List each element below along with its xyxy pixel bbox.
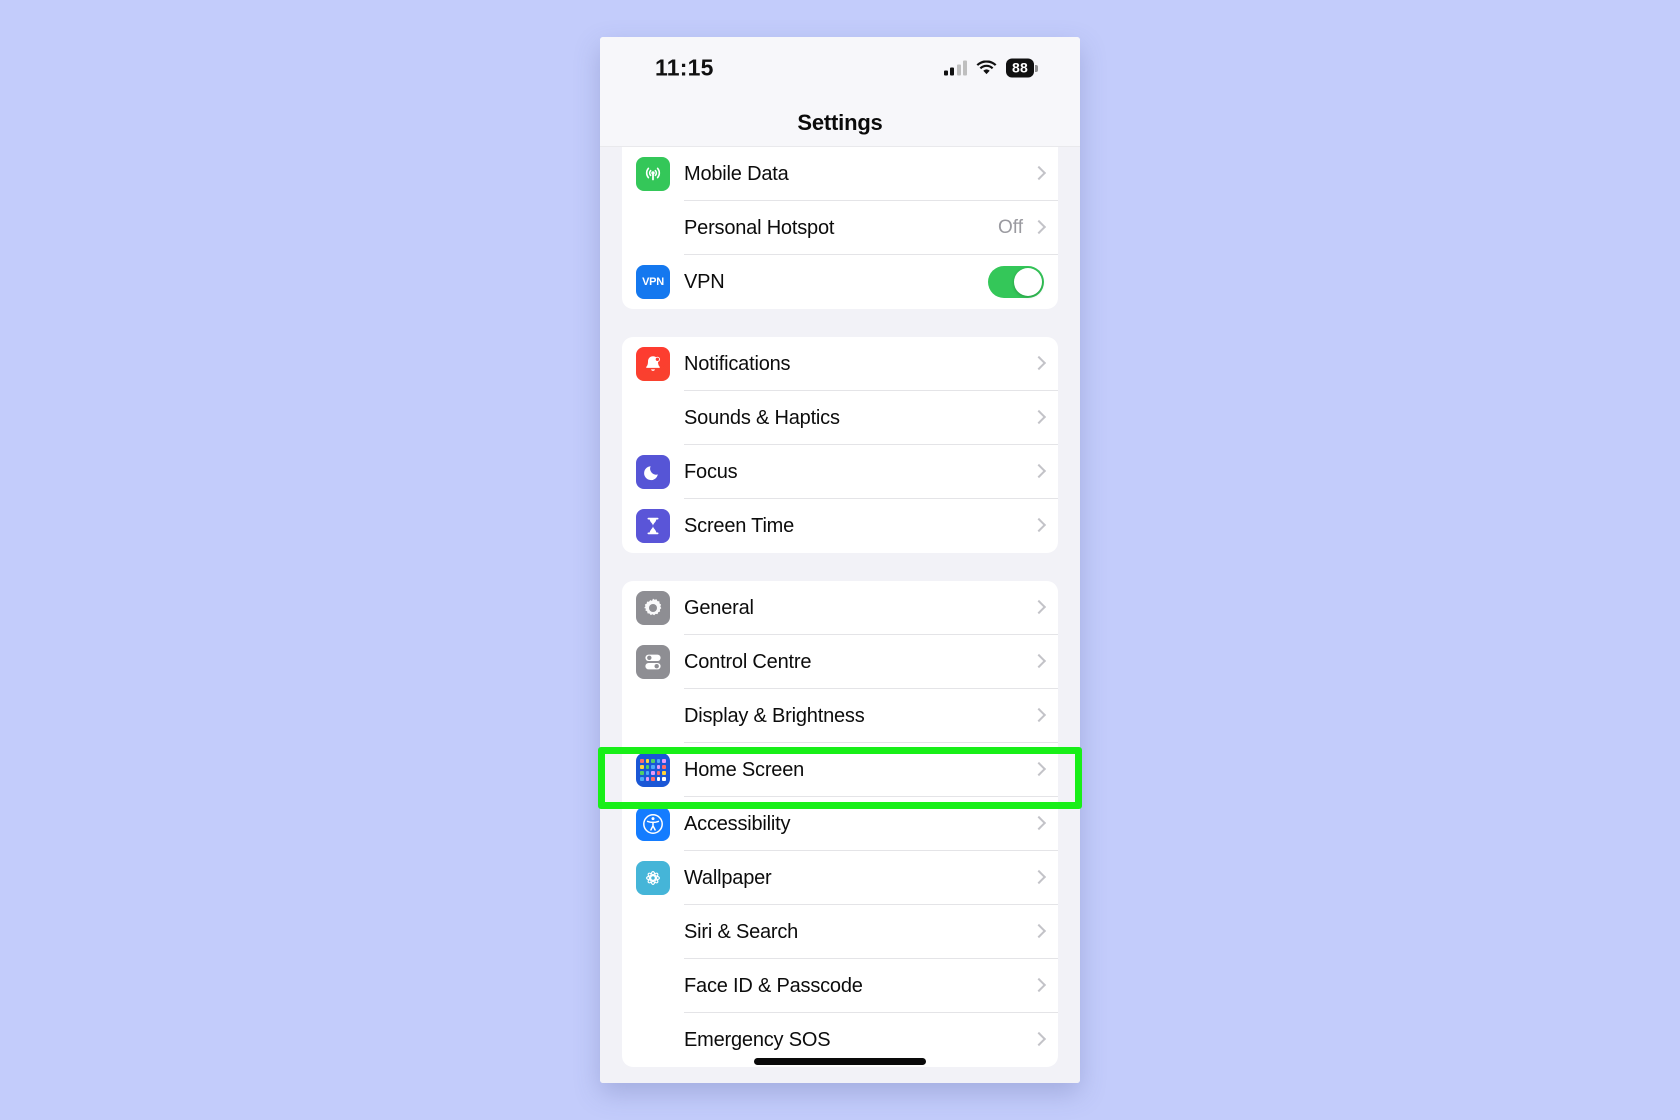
settings-row-label: General (684, 596, 754, 619)
status-bar-clock: 11:15 (655, 54, 714, 81)
chevron-right-icon (1033, 1031, 1044, 1049)
home-screen-icon (636, 753, 670, 787)
settings-row-label: Notifications (684, 352, 791, 375)
settings-row-label: Focus (684, 460, 738, 483)
personal-hotspot-icon (636, 211, 670, 245)
settings-row-vpn[interactable]: VPN VPN (622, 255, 1058, 309)
phone-screen: 11:15 88 Settings Mobile Data Personal Ho… (600, 37, 1080, 1083)
settings-row-label: VPN (684, 270, 725, 293)
display-brightness-icon: AA (642, 707, 664, 725)
settings-row-sounds-haptics[interactable]: Sounds & Haptics (622, 391, 1058, 445)
settings-row-label: Mobile Data (684, 162, 789, 185)
home-indicator (754, 1058, 926, 1065)
chevron-right-icon (1033, 409, 1044, 427)
wallpaper-icon (636, 861, 670, 895)
status-bar: 11:15 88 (600, 37, 1080, 99)
settings-row-personal-hotspot[interactable]: Personal Hotspot Off (622, 201, 1058, 255)
general-icon (636, 591, 670, 625)
chevron-right-icon (1033, 517, 1044, 535)
emergency-sos-icon: SOS (641, 1034, 665, 1046)
settings-row-label: Wallpaper (684, 866, 772, 889)
control-centre-icon (636, 645, 670, 679)
settings-row-wallpaper[interactable]: Wallpaper (622, 851, 1058, 905)
screen-time-icon (636, 509, 670, 543)
vpn-icon: VPN (636, 265, 670, 299)
settings-row-value: Off (998, 217, 1023, 238)
status-bar-icons: 88 (943, 58, 1034, 78)
settings-row-notifications[interactable]: Notifications (622, 337, 1058, 391)
chevron-right-icon (1033, 923, 1044, 941)
focus-icon (636, 455, 670, 489)
accessibility-icon (636, 807, 670, 841)
chevron-right-icon (1033, 599, 1044, 617)
settings-row-label: Emergency SOS (684, 1028, 831, 1051)
chevron-right-icon (1033, 707, 1044, 725)
cellular-signal-icon (943, 60, 968, 76)
settings-row-siri-search[interactable]: Siri & Search (622, 905, 1058, 959)
face-id-passcode-icon (636, 969, 670, 1003)
settings-row-label: Accessibility (684, 812, 791, 835)
mobile-data-icon (636, 157, 670, 191)
settings-row-label: Screen Time (684, 514, 795, 537)
chevron-right-icon (1033, 653, 1044, 671)
settings-row-focus[interactable]: Focus (622, 445, 1058, 499)
settings-group-system: General Control Centre AA Display & Brightn… (622, 581, 1058, 1067)
siri-search-icon (636, 915, 670, 949)
chevron-right-icon (1033, 463, 1044, 481)
battery-icon: 88 (1006, 58, 1034, 78)
chevron-right-icon (1033, 165, 1044, 183)
settings-row-label: Display & Brightness (684, 704, 865, 727)
settings-row-label: Home Screen (684, 758, 805, 781)
chevron-right-icon (1033, 761, 1044, 779)
notifications-icon (636, 347, 670, 381)
nav-bar: Settings (600, 99, 1080, 147)
chevron-right-icon (1033, 977, 1044, 995)
settings-group-connectivity: Mobile Data Personal Hotspot Off VPN VPN (622, 147, 1058, 309)
settings-row-home-screen[interactable]: Home Screen (622, 743, 1058, 797)
chevron-right-icon (1033, 219, 1044, 237)
chevron-right-icon (1033, 355, 1044, 373)
toggle-knob (1014, 268, 1042, 296)
settings-list[interactable]: Mobile Data Personal Hotspot Off VPN VPN Noti… (600, 147, 1080, 1083)
toggle-switch[interactable] (988, 266, 1044, 298)
settings-row-face-id-passcode[interactable]: Face ID & Passcode (622, 959, 1058, 1013)
page-title: Settings (797, 109, 883, 135)
settings-row-label: Sounds & Haptics (684, 406, 840, 429)
settings-row-mobile-data[interactable]: Mobile Data (622, 147, 1058, 201)
settings-row-accessibility[interactable]: Accessibility (622, 797, 1058, 851)
settings-group-alerts: Notifications Sounds & Haptics Focus Screen… (622, 337, 1058, 553)
settings-row-general[interactable]: General (622, 581, 1058, 635)
settings-row-display-brightness[interactable]: AA Display & Brightness (622, 689, 1058, 743)
sounds-haptics-icon (636, 401, 670, 435)
wifi-icon (976, 60, 997, 76)
settings-row-screen-time[interactable]: Screen Time (622, 499, 1058, 553)
settings-row-label: Control Centre (684, 650, 812, 673)
chevron-right-icon (1033, 815, 1044, 833)
settings-row-label: Face ID & Passcode (684, 974, 863, 997)
chevron-right-icon (1033, 869, 1044, 887)
settings-row-label: Siri & Search (684, 920, 799, 943)
settings-row-label: Personal Hotspot (684, 216, 835, 239)
settings-row-control-centre[interactable]: Control Centre (622, 635, 1058, 689)
